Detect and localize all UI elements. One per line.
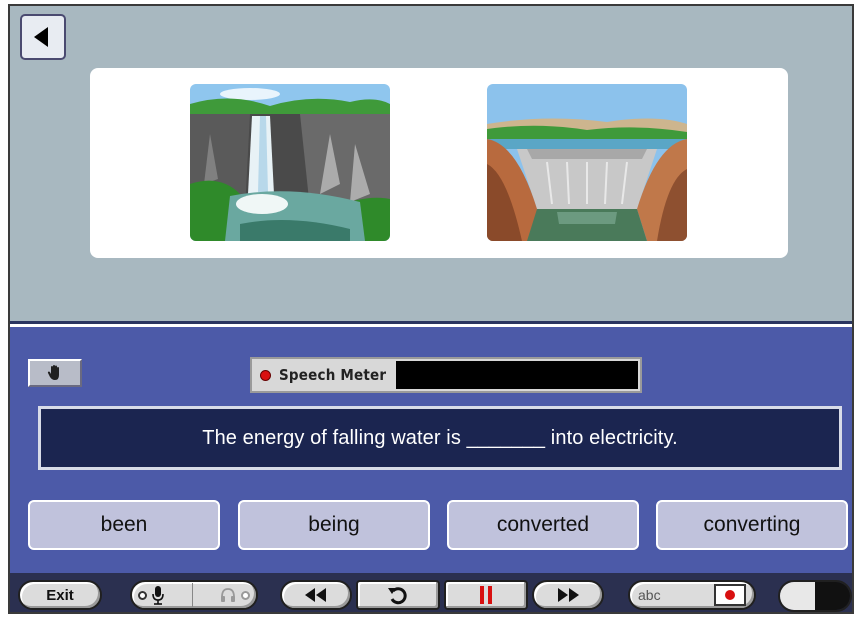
record-icon — [725, 590, 735, 600]
exercise-pane: Speech Meter The energy of falling water… — [10, 327, 852, 573]
headphones-group[interactable] — [219, 586, 250, 604]
speech-meter-label: Speech Meter — [279, 366, 387, 384]
toggle-left-half — [780, 582, 815, 610]
speech-meter-bar — [396, 361, 638, 389]
image-card — [90, 68, 788, 258]
hand-icon — [47, 365, 59, 380]
pause-button[interactable] — [444, 580, 528, 610]
record-indicator-icon — [260, 369, 271, 381]
toggle-right-half — [815, 582, 850, 610]
prompt-sentence: The energy of falling water is _______ i… — [202, 426, 678, 449]
replay-button[interactable] — [356, 580, 440, 610]
hand-button[interactable] — [28, 359, 82, 387]
mic-radio-icon — [138, 590, 147, 600]
headphones-radio-icon — [241, 590, 250, 600]
back-button[interactable] — [20, 14, 66, 60]
fast-forward-icon — [558, 588, 579, 602]
mic-icon — [152, 586, 164, 605]
choice-converting[interactable]: converting — [656, 500, 848, 550]
replay-icon — [388, 587, 407, 605]
divider — [191, 583, 193, 607]
abc-button[interactable]: abc — [638, 587, 661, 603]
pause-icon — [480, 586, 492, 604]
choice-been[interactable]: been — [28, 500, 220, 550]
mic-headphones-toggle[interactable] — [130, 580, 258, 610]
control-bar: Exit abc — [10, 573, 852, 612]
picture-pane — [10, 6, 852, 324]
rewind-button[interactable] — [280, 580, 352, 610]
fast-forward-button[interactable] — [532, 580, 604, 610]
headphones-icon — [221, 588, 235, 602]
choice-converted[interactable]: converted — [447, 500, 639, 550]
app-window: Speech Meter The energy of falling water… — [8, 4, 854, 614]
rewind-icon — [305, 588, 326, 602]
answer-choices: been being converted converting — [28, 500, 848, 550]
speech-meter: Speech Meter — [250, 357, 642, 393]
waterfall-image — [190, 84, 390, 241]
toggle-switch[interactable] — [778, 580, 852, 612]
abc-record-toggle[interactable]: abc — [628, 580, 756, 610]
back-triangle-icon — [34, 27, 48, 47]
exit-button[interactable]: Exit — [18, 580, 102, 610]
choice-being[interactable]: being — [238, 500, 430, 550]
mic-group[interactable] — [138, 585, 165, 605]
record-button[interactable] — [714, 584, 746, 606]
sentence-box: The energy of falling water is _______ i… — [38, 406, 842, 470]
dam-image — [487, 84, 687, 241]
